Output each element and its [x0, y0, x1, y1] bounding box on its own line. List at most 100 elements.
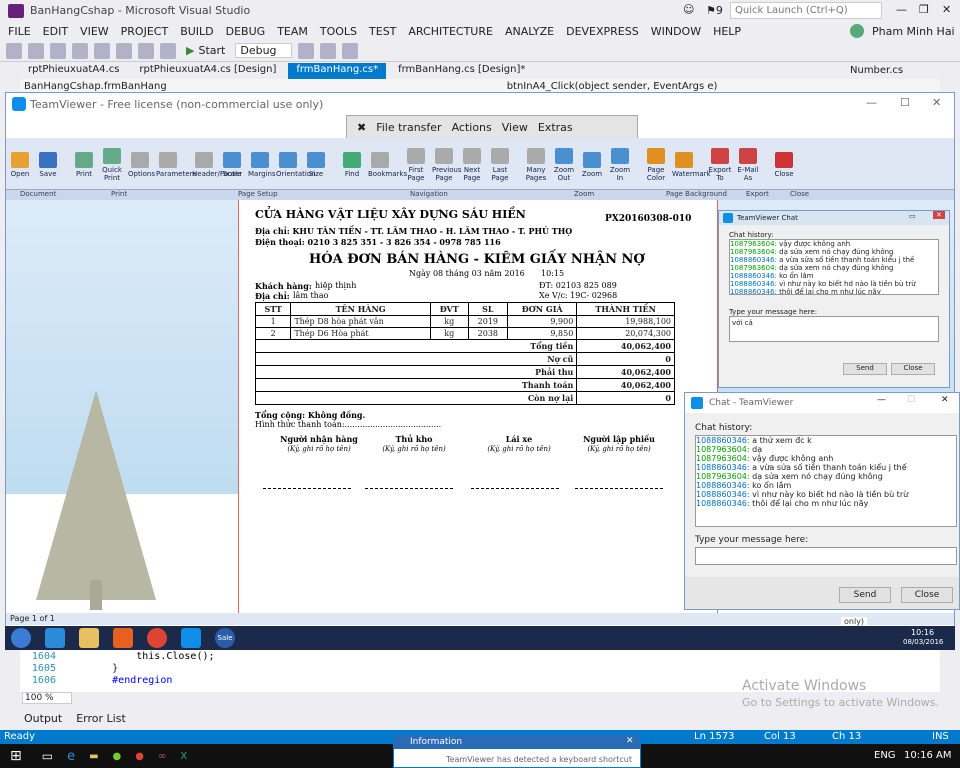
windows-start-icon[interactable]: ⊞ [10, 748, 22, 764]
ribbon-button-watermark[interactable]: Watermark [672, 150, 711, 178]
chat-large-send-button[interactable]: Send [839, 587, 891, 603]
ribbon-button-zoom[interactable]: Zoom [580, 150, 604, 178]
method-combo[interactable]: btnInA4_Click(object sender, EventArgs e… [507, 81, 718, 92]
ribbon-button-page-color[interactable]: Page Color [644, 146, 668, 182]
menu-project[interactable]: PROJECT [121, 25, 169, 38]
open-file-icon[interactable] [72, 42, 88, 59]
format-icon[interactable] [341, 42, 358, 59]
menu-view[interactable]: VIEW [80, 25, 109, 38]
menu-architecture[interactable]: ARCHITECTURE [408, 25, 493, 38]
tv-close-button[interactable]: ✕ [932, 96, 941, 109]
menu-tools[interactable]: TOOLS [320, 25, 357, 38]
ribbon-button-next-page[interactable]: Next Page [460, 146, 484, 182]
chat-small-send-button[interactable]: Send [843, 363, 887, 375]
ribbon-button-zoom-in[interactable]: Zoom In [608, 146, 632, 182]
view-menu[interactable]: View [502, 121, 528, 134]
ribbon-button-last-page[interactable]: Last Page [488, 146, 512, 182]
tv-maximize-button[interactable]: ☐ [900, 96, 910, 109]
ribbon-button-orientation[interactable]: Orientation [276, 150, 316, 178]
menu-file[interactable]: FILE [8, 25, 31, 38]
tab-rptphieuxuat-design[interactable]: rptPhieuxuatA4.cs [Design] [131, 63, 284, 79]
class-combo[interactable]: BanHangCshap.frmBanHang [24, 81, 167, 92]
back-icon[interactable] [6, 42, 22, 59]
ribbon-button-previous-page[interactable]: Previous Page [432, 146, 462, 182]
chat-large-close-icon[interactable]: ✕ [941, 395, 949, 405]
remote-ie-icon[interactable] [45, 628, 65, 648]
menu-edit[interactable]: EDIT [43, 25, 68, 38]
chat-large-input[interactable] [695, 547, 957, 565]
quick-launch-input[interactable]: Quick Launch (Ctrl+Q) [730, 2, 882, 19]
remote-teamviewer-icon[interactable] [181, 628, 201, 648]
start-button[interactable]: Start [198, 44, 225, 57]
ribbon-button-many-pages[interactable]: Many Pages [524, 146, 548, 182]
ribbon-button-header-footer[interactable]: Header/Footer [192, 150, 242, 178]
tab-frmbanhang-cs[interactable]: frmBanHang.cs* [288, 63, 387, 79]
edge-icon[interactable]: e [67, 749, 75, 764]
ribbon-button-export-to[interactable]: Export To [708, 146, 732, 182]
tab-error-list[interactable]: Error List [76, 712, 126, 725]
ribbon-button-bookmarks[interactable]: Bookmarks [368, 150, 407, 178]
menu-window[interactable]: WINDOW [651, 25, 701, 38]
tab-output[interactable]: Output [24, 712, 62, 725]
ribbon-button-quick-print[interactable]: Quick Print [100, 146, 124, 182]
forward-icon[interactable] [28, 42, 44, 59]
redo-icon[interactable] [160, 42, 176, 59]
chat-small-input[interactable]: với cả [729, 316, 939, 342]
chrome-icon[interactable]: ● [135, 751, 144, 762]
information-close-icon[interactable]: ✕ [626, 736, 634, 746]
tab-rptphieuxuat-cs[interactable]: rptPhieuxuatA4.cs [20, 63, 127, 79]
menu-devexpress[interactable]: DEVEXPRESS [566, 25, 639, 38]
chat-small-close-button[interactable]: Close [891, 363, 935, 375]
tab-frmbanhang-design[interactable]: frmBanHang.cs [Design]* [390, 63, 533, 79]
tv-minimize-button[interactable]: — [866, 96, 877, 109]
actions-menu[interactable]: Actions [452, 121, 492, 134]
ribbon-button-parameters[interactable]: Parameters [156, 150, 196, 178]
chat-small-minimize[interactable]: ▭ [909, 212, 916, 220]
save-all-icon[interactable] [116, 42, 132, 59]
menu-analyze[interactable]: ANALYZE [505, 25, 554, 38]
menu-test[interactable]: TEST [369, 25, 396, 38]
remote-start-icon[interactable] [11, 628, 31, 648]
task-view-icon[interactable]: ▭ [42, 749, 53, 763]
tv-close-session-icon[interactable]: ✖ [357, 121, 366, 134]
windows-clock[interactable]: 10:16 AM [904, 750, 951, 761]
visual-studio-icon[interactable]: ∞ [158, 751, 166, 762]
ribbon-button-open[interactable]: Open [8, 150, 32, 178]
remote-media-icon[interactable] [113, 628, 133, 648]
config-select[interactable]: Debug [235, 43, 292, 58]
ribbon-button-close[interactable]: Close [772, 150, 796, 178]
chat-small-history[interactable]: 1087963604: vậy được không anh 1087963604… [729, 239, 939, 295]
save-icon[interactable] [94, 42, 110, 59]
restore-button[interactable]: ❐ [919, 3, 929, 16]
remote-chrome-icon[interactable] [147, 628, 167, 648]
ribbon-button-scale[interactable]: Scale [220, 150, 244, 178]
menu-help[interactable]: HELP [713, 25, 741, 38]
ribbon-button-options[interactable]: Options [128, 150, 155, 178]
comment-icon[interactable] [319, 42, 336, 59]
start-icon[interactable]: ▶ [186, 44, 194, 57]
app-icon[interactable]: ● [113, 751, 122, 762]
ribbon-button-e-mail-as[interactable]: E-Mail As [736, 146, 760, 182]
tab-number-cs[interactable]: Number.cs [850, 65, 903, 76]
feedback-icon[interactable]: ☺ [683, 3, 694, 16]
file-explorer-icon[interactable]: ▬ [89, 751, 98, 762]
ribbon-button-margins[interactable]: Margins [248, 150, 276, 178]
ribbon-button-size[interactable]: Size [304, 150, 328, 178]
close-button[interactable]: ✕ [942, 3, 951, 16]
zoom-select[interactable]: 100 % [22, 692, 72, 704]
menu-debug[interactable]: DEBUG [226, 25, 266, 38]
remote-explorer-icon[interactable] [79, 628, 99, 648]
ribbon-button-first-page[interactable]: First Page [404, 146, 428, 182]
menu-team[interactable]: TEAM [277, 25, 308, 38]
chat-large-maximize[interactable]: ☐ [907, 395, 915, 405]
undo-icon[interactable] [138, 42, 154, 59]
chat-large-history[interactable]: 1088860346: a thử xem đc k 1087963604: dạ… [695, 435, 957, 527]
ribbon-button-zoom-out[interactable]: Zoom Out [552, 146, 576, 182]
file-transfer-button[interactable]: File transfer [376, 121, 441, 134]
bookmark-icon[interactable] [297, 42, 314, 59]
menu-build[interactable]: BUILD [180, 25, 213, 38]
extras-menu[interactable]: Extras [538, 121, 573, 134]
chat-large-close-button[interactable]: Close [901, 587, 953, 603]
minimize-button[interactable]: — [896, 3, 907, 16]
excel-icon[interactable]: X [180, 751, 187, 762]
